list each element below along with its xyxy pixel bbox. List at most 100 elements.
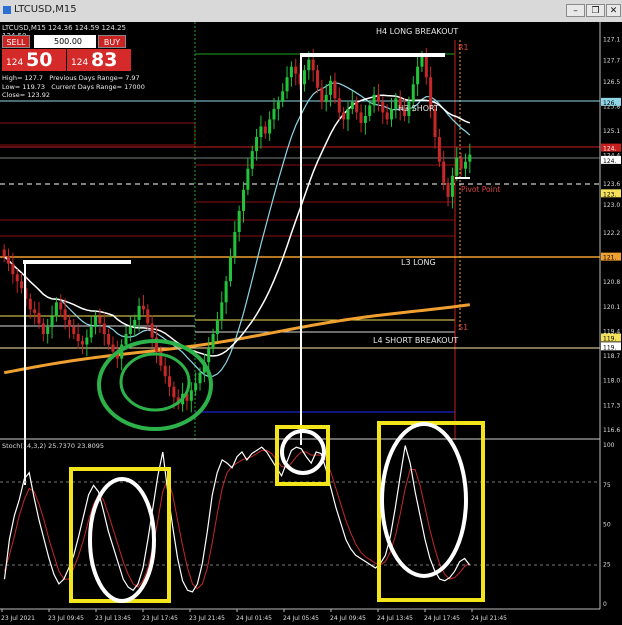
candle-body (333, 80, 337, 99)
price-tick-label: 125.1 (603, 128, 620, 135)
candle-body (207, 348, 211, 363)
candle-body (146, 309, 150, 324)
level-label-h3: H3 SHORT (398, 104, 439, 113)
close-button[interactable]: ✕ (606, 4, 621, 17)
stoch-tick-label: 75 (603, 482, 611, 489)
candle-body (420, 56, 424, 67)
price-tick-label: 116.6 (603, 427, 620, 434)
candle-body (337, 98, 341, 113)
level-label-l3: L3 LONG (401, 258, 436, 267)
candle-body (33, 309, 37, 313)
candle-body (437, 137, 441, 162)
stoch-tick-label: 25 (603, 561, 611, 568)
restore-button[interactable]: ❐ (586, 4, 605, 17)
info-close: Close= 123.92 (2, 91, 50, 99)
volume-input[interactable]: 500.00 (34, 35, 96, 48)
candle-body (124, 334, 128, 345)
level-label-r1: R1 (458, 43, 469, 52)
candle-body (194, 383, 198, 391)
sell-price-box[interactable]: 124 50 (2, 49, 66, 71)
level-label-s1: S1 (458, 323, 468, 332)
candle-body (107, 334, 111, 345)
candle-body (281, 91, 285, 102)
minimize-button[interactable]: – (566, 4, 585, 17)
candle-body (455, 158, 459, 176)
candle-body (294, 66, 298, 74)
candle-body (250, 151, 254, 169)
candle-body (259, 126, 263, 138)
candle-body (242, 189, 246, 211)
candle-body (37, 312, 41, 324)
daily-range-info: High= 127.7 Previous Days Range= 7.97 Lo… (2, 74, 145, 100)
level-label-h4: H4 LONG BREAKOUT (376, 27, 458, 36)
candle-body (285, 77, 289, 92)
candle-body (442, 161, 446, 183)
candle-body (141, 305, 145, 310)
price-tick-label: 127.1 (603, 37, 620, 44)
buy-price-big: 83 (91, 49, 118, 71)
candle-body (411, 84, 415, 102)
price-chart[interactable]: H4 LONG BREAKOUT H3 SHORT Pivot Point L3… (0, 22, 622, 625)
candle-body (459, 158, 463, 169)
price-marker-label: 124. (603, 158, 616, 165)
price-tick-label: 118.7 (603, 353, 620, 360)
candle-body (150, 323, 154, 338)
candle-body (63, 309, 67, 320)
candle-body (315, 70, 320, 88)
price-marker-label: 123. (603, 191, 616, 198)
candle-body (433, 108, 437, 138)
price-marker-label: 124. (603, 146, 616, 153)
stoch-tick-label: 50 (603, 522, 611, 529)
stoch-tick-label: 0 (603, 601, 607, 608)
time-tick-label: 23 Jul 21:45 (189, 615, 225, 622)
candle-body (307, 59, 311, 71)
candle-body (224, 281, 228, 303)
stochastic-label: Stoch(14,3,2) 25.7370 23.8095 (2, 442, 104, 450)
time-tick-label: 23 Jul 17:45 (142, 615, 178, 622)
buy-button[interactable]: BUY (98, 35, 126, 48)
window-titlebar: LTCUSD,M15 – ❐ ✕ (0, 0, 622, 23)
candle-body (2, 249, 6, 257)
info-low: Low= 119.73 (2, 82, 46, 91)
candle-body (211, 334, 215, 349)
candle-body (450, 175, 454, 197)
candle-body (102, 323, 106, 334)
candle-body (342, 112, 346, 120)
price-axis-panel (600, 22, 622, 625)
candle-body (28, 298, 32, 310)
chart-window-icon (3, 6, 11, 14)
time-tick-label: 24 Jul 01:45 (236, 615, 272, 622)
candle-body (463, 161, 467, 169)
price-marker-label: 126. (603, 100, 616, 107)
candle-body (350, 101, 354, 109)
candle-body (76, 334, 80, 342)
time-tick-label: 24 Jul 05:45 (283, 615, 319, 622)
candle-body (346, 108, 350, 120)
time-tick-label: 23 Jul 2021 (1, 615, 35, 622)
candle-body (268, 119, 272, 134)
candle-body (50, 316, 54, 327)
buy-price-small: 124 (71, 58, 89, 68)
candle-body (289, 66, 293, 78)
candle-body (137, 305, 141, 320)
candle-body (389, 108, 394, 120)
candle-body (468, 154, 472, 162)
candle-body (302, 70, 306, 85)
candle-body (20, 281, 24, 289)
candle-body (359, 112, 363, 123)
sell-button[interactable]: SELL (2, 35, 30, 48)
candle-body (168, 376, 172, 387)
candle-body (355, 101, 359, 113)
candle-body (255, 137, 259, 152)
candle-body (416, 66, 420, 85)
time-tick-label: 24 Jul 09:45 (330, 615, 366, 622)
buy-price-box[interactable]: 124 83 (67, 49, 131, 71)
candle-body (15, 274, 19, 282)
candle-body (67, 319, 71, 327)
price-tick-label: 117.3 (603, 402, 620, 409)
one-click-trading-panel: LTCUSD,M15 124.36 124.59 124.25 124.50 S… (0, 24, 132, 74)
candle-body (163, 365, 167, 377)
candle-body (385, 112, 389, 120)
candle-body (263, 126, 267, 134)
candle-body (198, 372, 202, 384)
